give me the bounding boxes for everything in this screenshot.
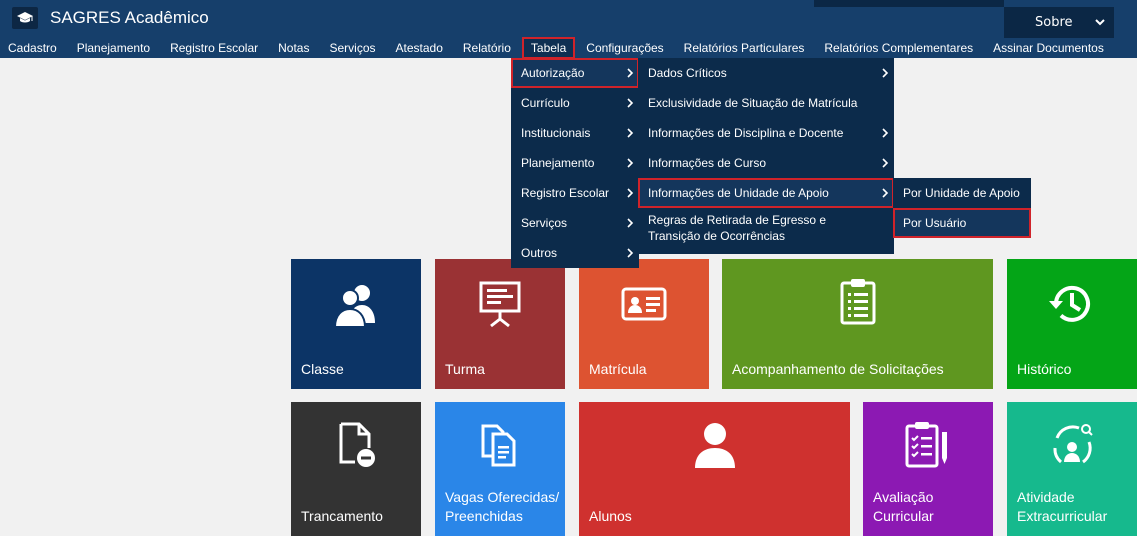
top-user-box	[814, 0, 1004, 7]
tile-turma[interactable]: Turma	[435, 259, 565, 389]
tile-label: Trancamento	[301, 508, 383, 524]
menu-item-label: Dados Críticos	[648, 66, 727, 80]
tile-vagas-oferecidas[interactable]: Vagas Oferecidas/ Preenchidas	[435, 402, 565, 536]
menu-item-info-curso[interactable]: Informações de Curso	[638, 148, 894, 178]
menu-item-label: Institucionais	[521, 126, 591, 140]
menu-item-label: Informações de Disciplina e Docente	[648, 126, 844, 140]
tile-label: Alunos	[589, 508, 632, 524]
chevron-right-icon	[882, 188, 889, 198]
menu-item-label: Por Usuário	[903, 216, 967, 230]
app-title: SAGRES Acadêmico	[50, 8, 209, 27]
main-nav: Cadastro Planejamento Registro Escolar N…	[0, 37, 1114, 59]
tabela-menu: Autorização Currículo Institucionais Pla…	[511, 58, 639, 268]
tile-label: Classe	[301, 361, 344, 377]
chevron-right-icon	[882, 158, 889, 168]
tile-atividade-extracurricular[interactable]: Atividade Extracurricular	[1007, 402, 1137, 536]
sobre-dropdown[interactable]: Sobre	[1004, 7, 1114, 38]
chevron-down-icon	[1095, 19, 1105, 26]
tile-matricula[interactable]: Matrícula	[579, 259, 709, 389]
unidade-apoio-submenu: Por Unidade de Apoio Por Usuário	[893, 178, 1031, 238]
chevron-right-icon	[627, 158, 634, 168]
chevron-right-icon	[627, 218, 634, 228]
menu-item-label: Registro Escolar	[521, 186, 610, 200]
menu-item-regras-retirada-egresso[interactable]: Regras de Retirada de Egresso e Transiçã…	[638, 208, 878, 250]
nav-relatorios-complementares[interactable]: Relatórios Complementares	[814, 39, 983, 57]
menu-item-label: Por Unidade de Apoio	[903, 186, 1020, 200]
menu-item-info-disciplina-docente[interactable]: Informações de Disciplina e Docente	[638, 118, 894, 148]
tile-trancamento[interactable]: Trancamento	[291, 402, 421, 536]
clipboard-list-icon	[840, 279, 875, 325]
menu-item-servicos[interactable]: Serviços	[511, 208, 639, 238]
nav-tabela[interactable]: Tabela	[521, 37, 576, 59]
menu-item-autorizacao[interactable]: Autorização	[511, 58, 639, 88]
app-header: SAGRES Acadêmico Sobre Cadastro Planejam…	[0, 0, 1137, 59]
nav-relatorio[interactable]: Relatório	[453, 39, 521, 57]
menu-item-planejamento[interactable]: Planejamento	[511, 148, 639, 178]
menu-item-label: Outros	[521, 246, 558, 260]
autorizacao-submenu: Dados Críticos Exclusividade de Situação…	[638, 58, 894, 254]
menu-item-outros[interactable]: Outros	[511, 238, 639, 268]
menu-item-label: Currículo	[521, 96, 570, 110]
tile-label: Matrícula	[589, 361, 647, 377]
menu-item-curriculo[interactable]: Currículo	[511, 88, 639, 118]
chevron-right-icon	[627, 98, 634, 108]
nav-configuracoes[interactable]: Configurações	[576, 39, 673, 57]
menu-item-info-unidade-apoio[interactable]: Informações de Unidade de Apoio	[638, 178, 894, 208]
chevron-right-icon	[627, 128, 634, 138]
chevron-right-icon	[882, 128, 889, 138]
tile-acompanhamento-solicitacoes[interactable]: Acompanhamento de Solicitações	[722, 259, 993, 389]
chevron-right-icon	[627, 248, 634, 258]
menu-item-label: Informações de Unidade de Apoio	[648, 186, 829, 200]
chevron-right-icon	[627, 68, 634, 78]
file-remove-icon	[339, 422, 375, 467]
nav-servicos[interactable]: Serviços	[319, 39, 385, 57]
menu-item-label: Regras de Retirada de Egresso e Transiçã…	[648, 213, 827, 243]
menu-item-label: Planejamento	[521, 156, 595, 170]
chevron-right-icon	[882, 68, 889, 78]
tile-label: Atividade Extracurricular	[1017, 489, 1108, 524]
user-icon	[694, 423, 735, 468]
tile-avaliacao-curricular[interactable]: Avaliação Curricular	[863, 402, 993, 536]
nav-relatorios-particulares[interactable]: Relatórios Particulares	[674, 39, 815, 57]
tile-label: Vagas Oferecidas/ Preenchidas	[445, 489, 560, 524]
menu-item-por-usuario[interactable]: Por Usuário	[893, 208, 1031, 238]
menu-item-exclusividade-situacao[interactable]: Exclusividade de Situação de Matrícula	[638, 88, 894, 118]
tile-alunos[interactable]: Alunos	[579, 402, 850, 536]
nav-atestado[interactable]: Atestado	[386, 39, 453, 57]
sobre-label: Sobre	[1035, 15, 1073, 30]
tile-label: Avaliação Curricular	[873, 489, 934, 524]
menu-item-label: Exclusividade de Situação de Matrícula	[648, 96, 858, 110]
nav-planejamento[interactable]: Planejamento	[67, 39, 160, 57]
id-card-icon	[621, 287, 667, 321]
nav-assinar-documentos[interactable]: Assinar Documentos	[983, 39, 1114, 57]
menu-item-label: Informações de Curso	[648, 156, 767, 170]
users-icon	[333, 285, 375, 328]
brand[interactable]: SAGRES Acadêmico	[12, 6, 209, 30]
chevron-right-icon	[627, 188, 634, 198]
documents-icon	[481, 424, 516, 467]
checklist-pen-icon	[905, 422, 947, 468]
nav-notas[interactable]: Notas	[268, 39, 319, 57]
menu-item-label: Autorização	[521, 66, 585, 80]
tile-historico[interactable]: Histórico	[1007, 259, 1137, 389]
tile-label: Histórico	[1017, 361, 1072, 377]
menu-item-institucionais[interactable]: Institucionais	[511, 118, 639, 148]
nav-cadastro[interactable]: Cadastro	[0, 39, 67, 57]
nav-registro-escolar[interactable]: Registro Escolar	[160, 39, 268, 57]
graduation-cap-icon	[12, 7, 38, 29]
menu-item-por-unidade-apoio[interactable]: Por Unidade de Apoio	[893, 178, 1031, 208]
history-clock-icon	[1049, 285, 1090, 322]
user-cycle-icon	[1053, 424, 1093, 464]
tile-classe[interactable]: Classe	[291, 259, 421, 389]
menu-item-label: Serviços	[521, 216, 568, 230]
presentation-board-icon	[479, 281, 521, 328]
menu-item-dados-criticos[interactable]: Dados Críticos	[638, 58, 894, 88]
menu-item-registro-escolar[interactable]: Registro Escolar	[511, 178, 639, 208]
tile-label: Acompanhamento de Solicitações	[732, 361, 944, 377]
tile-label: Turma	[445, 361, 485, 377]
